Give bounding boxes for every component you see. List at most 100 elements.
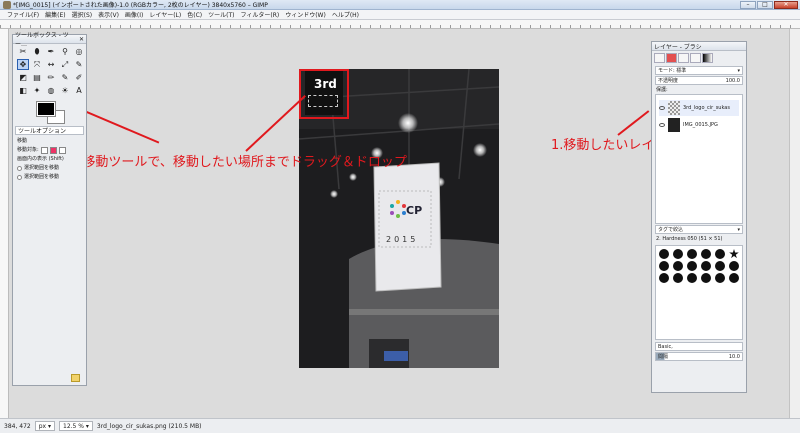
tool-options-tab[interactable]: ツールオプション [15, 126, 84, 135]
brush-swatch[interactable] [715, 249, 725, 259]
brush-swatch[interactable] [659, 273, 669, 283]
brush-filter-input[interactable]: タグで絞込 ▾ [655, 225, 743, 234]
ink-tool-icon[interactable]: ✐ [73, 72, 85, 83]
maximize-button[interactable]: □ [757, 1, 773, 9]
vertical-ruler[interactable] [0, 29, 9, 418]
layers-tab-icon[interactable] [654, 53, 665, 63]
brush-swatch[interactable] [729, 249, 739, 259]
blend-tool-icon[interactable]: ▤ [31, 72, 43, 83]
layers-titlebar[interactable]: レイヤー - ブラシ [652, 42, 746, 51]
brush-swatch[interactable] [701, 261, 711, 271]
spacing-slider[interactable]: 間隔 10.0 [655, 352, 743, 361]
horizontal-ruler[interactable] [0, 20, 800, 29]
opacity-label: 不透明度 [658, 78, 679, 84]
visibility-eye-icon[interactable] [659, 106, 665, 110]
heal-tool-icon[interactable]: ✦ [31, 85, 43, 96]
align-tool-icon[interactable]: ⤧ [31, 59, 43, 70]
menu-file[interactable]: ファイル(F) [4, 10, 42, 19]
opacity-slider[interactable]: 不透明度 100.0 [655, 76, 743, 85]
move-tool-icon[interactable]: ✥ [17, 59, 29, 70]
close-icon[interactable]: ✕ [79, 36, 84, 43]
menu-view[interactable]: 表示(V) [95, 10, 122, 19]
brush-swatch[interactable] [673, 273, 683, 283]
tool-grid: ✂ ⬮ ✒ ⚲ ◎ ✥ ⤧ ↔ ⤢ ✎ ◩ ▤ ✏ ✎ ✐ ◧ ✦ ◍ ☀ A [13, 44, 86, 98]
brush-swatch[interactable] [687, 249, 697, 259]
menu-layer[interactable]: レイヤー(L) [146, 10, 184, 19]
foreground-select-tool-icon[interactable]: ⬮ [31, 46, 43, 57]
brush-swatch[interactable] [673, 249, 683, 259]
close-button[interactable]: ✕ [774, 1, 798, 9]
bucket-fill-tool-icon[interactable]: ◩ [17, 72, 29, 83]
layer-row[interactable]: IMG_0015.JPG [659, 117, 739, 133]
menu-windows[interactable]: ウィンドウ(W) [282, 10, 329, 19]
menu-image[interactable]: 画像(I) [122, 10, 146, 19]
tool-options-heading: 移動 [17, 138, 28, 144]
brush-swatch[interactable] [687, 261, 697, 271]
spacing-value: 10.0 [728, 353, 740, 360]
brush-grid[interactable] [655, 245, 743, 340]
brush-swatch[interactable] [673, 261, 683, 271]
brush-swatch[interactable] [729, 273, 739, 283]
brush-tag-input[interactable]: Basic, [655, 342, 743, 351]
unit-select[interactable]: px ▾ [34, 421, 55, 431]
brush-swatch[interactable] [729, 261, 739, 271]
layer-list: 3rd_logo_cir_sukas IMG_0015.JPG [655, 94, 743, 224]
text-tool-icon[interactable]: A [73, 85, 85, 96]
radio-button[interactable] [17, 166, 22, 171]
foreground-color-swatch[interactable] [36, 101, 56, 117]
menu-select[interactable]: 選択(S) [69, 10, 96, 19]
menu-tools[interactable]: ツール(T) [205, 10, 237, 19]
target-layer-button[interactable] [40, 147, 48, 154]
channels-tab-icon[interactable] [666, 53, 677, 63]
brush-swatch[interactable] [687, 273, 697, 283]
paintbrush-tool-icon[interactable]: ✎ [59, 72, 71, 83]
toolbox-titlebar[interactable]: ツールボックス - ツー… ✕ [13, 32, 86, 48]
radio-row-1[interactable]: 選択範囲を移動 [17, 164, 82, 173]
radio-button[interactable] [17, 175, 22, 180]
layer-mode-label: モード: 標準 [658, 68, 687, 74]
target-selection-button[interactable] [49, 147, 57, 154]
zoom-select[interactable]: 12.5 % ▾ [59, 421, 93, 431]
target-path-button[interactable] [58, 147, 66, 154]
eraser-tool-icon[interactable]: ◧ [17, 85, 29, 96]
chevron-down-icon: ▾ [737, 67, 740, 74]
rotate-tool-icon[interactable]: ⤢ [59, 59, 71, 70]
radio-row-2[interactable]: 選択範囲を移動 [17, 173, 82, 182]
undo-tab-icon[interactable] [690, 53, 701, 63]
menu-edit[interactable]: 編集(E) [42, 10, 68, 19]
color-picker-tool-icon[interactable]: ⚲ [59, 46, 71, 57]
zoom-tool-icon[interactable]: ◎ [73, 46, 85, 57]
status-bar: 384, 472 px ▾ 12.5 % ▾ 3rd_logo_cir_suka… [0, 418, 800, 433]
banner-logo-text: CP [406, 204, 423, 217]
brush-swatch[interactable] [659, 249, 669, 259]
tool-options-body: 移動 移動対象: 画面内の表示 (Shift) 選択範囲を移動 選択範囲を移動 [13, 135, 86, 184]
pencil-tool-icon[interactable]: ✏ [45, 72, 57, 83]
clone-tool-icon[interactable]: ◍ [45, 85, 57, 96]
status-info: 3rd_logo_cir_sukas.png (210.5 MB) [96, 422, 202, 430]
layer-row[interactable]: 3rd_logo_cir_sukas [659, 100, 739, 116]
paths-tool-icon[interactable]: ✒ [45, 46, 57, 57]
visibility-eye-icon[interactable] [659, 123, 665, 127]
brush-swatch[interactable] [659, 261, 669, 271]
scale-tool-icon[interactable]: ✎ [73, 59, 85, 70]
unit-value: px [38, 422, 47, 430]
brush-swatch[interactable] [701, 249, 711, 259]
menu-colors[interactable]: 色(C) [184, 10, 205, 19]
crop-tool-icon[interactable]: ↔ [45, 59, 57, 70]
scissors-tool-icon[interactable]: ✂ [17, 46, 29, 57]
layers-dock-tabs [652, 51, 746, 65]
dodge-burn-tool-icon[interactable]: ☀ [59, 85, 71, 96]
minimize-button[interactable]: – [740, 1, 756, 9]
menu-filters[interactable]: フィルター(R) [237, 10, 282, 19]
layer-mode-select[interactable]: モード: 標準 ▾ [655, 66, 743, 75]
brush-swatch[interactable] [715, 261, 725, 271]
paths-tab-icon[interactable] [678, 53, 689, 63]
radio-label-2: 選択範囲を移動 [24, 174, 60, 180]
brush-swatch[interactable] [715, 273, 725, 283]
reset-options-icon[interactable] [71, 374, 80, 382]
vertical-scrollbar[interactable] [789, 29, 800, 418]
move-target-row: 移動対象: [17, 146, 82, 155]
gradients-tab-icon[interactable] [702, 53, 713, 63]
menu-help[interactable]: ヘルプ(H) [329, 10, 362, 19]
brush-swatch[interactable] [701, 273, 711, 283]
